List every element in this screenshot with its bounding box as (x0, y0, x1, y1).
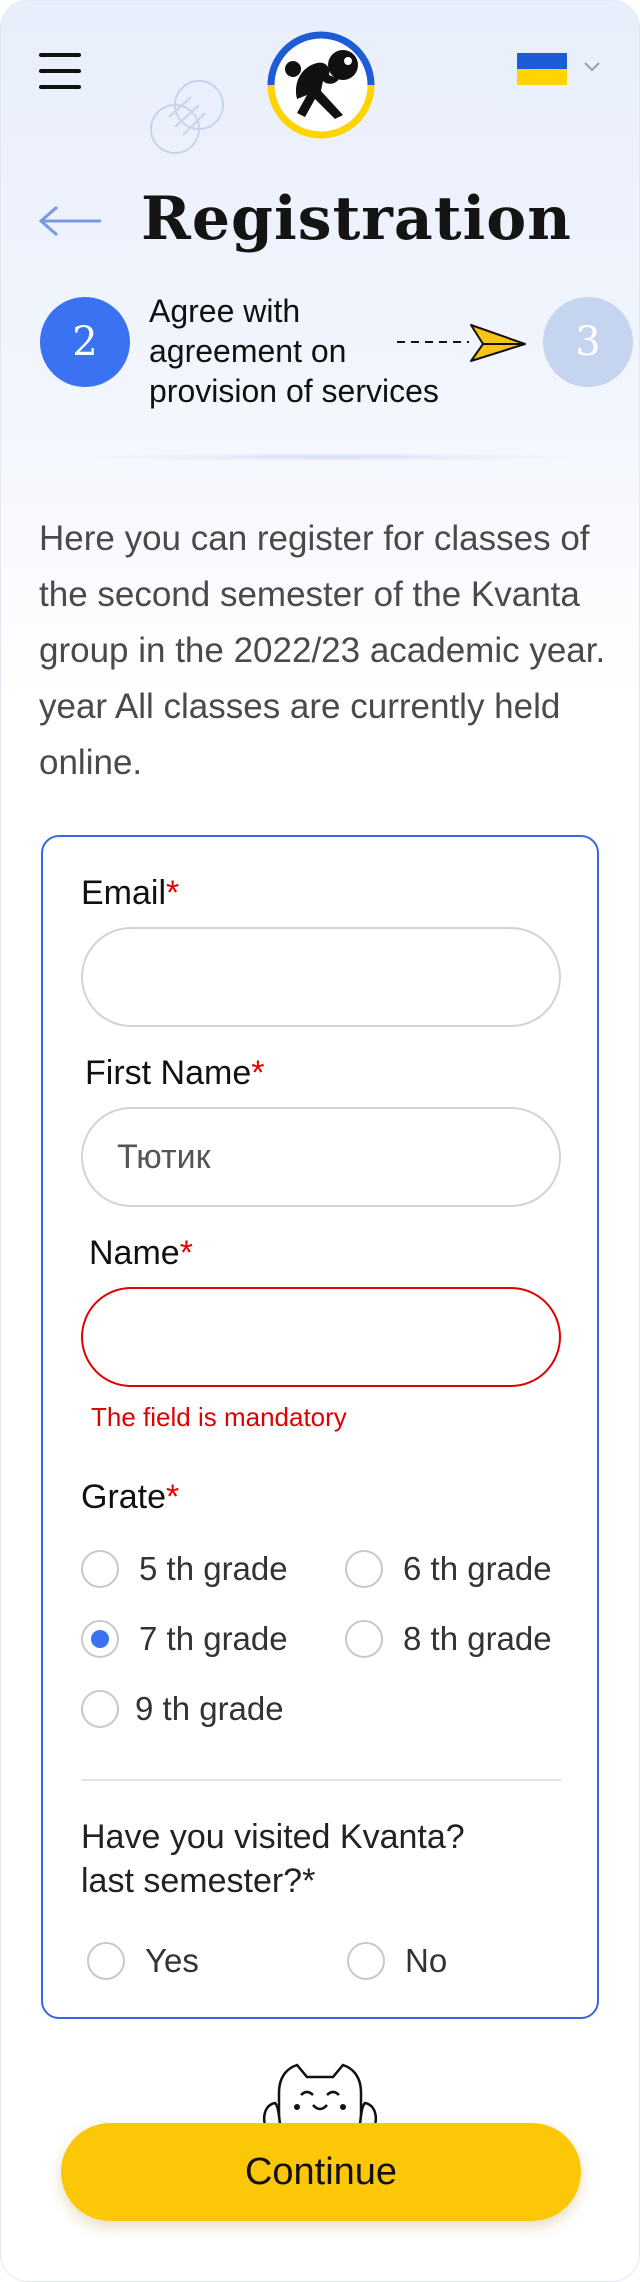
back-arrow-icon[interactable] (37, 201, 105, 241)
radio-label: 8 th grade (403, 1620, 552, 1657)
grade-label: Grate* (81, 1477, 179, 1517)
grade-label-text: Grate (81, 1478, 167, 1516)
form-divider (81, 1779, 561, 1781)
required-mark: * (166, 1478, 180, 1516)
step-label-line: provision of services (149, 373, 439, 409)
radio-label: No (405, 1942, 448, 1979)
kvanta-logo[interactable] (265, 29, 377, 141)
radio-label: 7 th grade (139, 1620, 288, 1657)
name-label-text: Name (89, 1234, 180, 1272)
radio-label: 9 th grade (135, 1690, 284, 1727)
cat-mascot-icon (263, 2063, 377, 2131)
radio-button[interactable] (81, 1550, 119, 1588)
radio-label: Yes (145, 1942, 199, 1979)
app-screen: Registration 2 Agree with agreement on p… (0, 0, 640, 2282)
name-error-message: The field is mandatory (91, 1402, 347, 1432)
registration-form: Email* First Name* Name* The field is ma… (41, 835, 599, 2019)
step-current-badge: 2 (40, 297, 130, 387)
required-mark: * (251, 1054, 265, 1092)
language-selector[interactable] (513, 49, 605, 89)
radio-label: 5 th grade (139, 1550, 288, 1587)
radio-button[interactable] (87, 1942, 125, 1980)
chevron-down-icon (584, 62, 600, 72)
grade-option-6[interactable]: 6 th grade (345, 1547, 552, 1591)
email-label-text: Email (81, 874, 167, 912)
required-mark: * (166, 874, 180, 912)
step-next-badge: 3 (543, 297, 633, 387)
first-name-label-text: First Name (85, 1054, 252, 1092)
first-name-label: First Name* (85, 1053, 264, 1093)
radio-button[interactable] (81, 1690, 119, 1728)
name-label: Name* (89, 1233, 193, 1273)
grade-option-7[interactable]: 7 th grade (81, 1617, 288, 1661)
email-label: Email* (81, 873, 179, 913)
required-mark: * (179, 1234, 193, 1272)
visited-option-yes[interactable]: Yes (87, 1939, 199, 1983)
page-title: Registration (141, 184, 572, 254)
radio-label: 6 th grade (403, 1550, 552, 1587)
radio-button[interactable] (347, 1942, 385, 1980)
continue-button[interactable]: Continue (61, 2123, 581, 2221)
radio-button[interactable] (345, 1620, 383, 1658)
step-connector (397, 324, 526, 362)
decorative-rings-icon (150, 80, 224, 154)
grade-option-9[interactable]: 9 th grade (81, 1687, 284, 1731)
visited-option-no[interactable]: No (347, 1939, 447, 1983)
grade-option-5[interactable]: 5 th grade (81, 1547, 288, 1591)
paper-plane-icon (470, 324, 526, 362)
ukraine-flag-icon (517, 53, 567, 85)
radio-button[interactable] (345, 1550, 383, 1588)
name-field[interactable] (81, 1287, 561, 1387)
email-field[interactable] (81, 927, 561, 1027)
intro-text: Here you can register for classes of the… (39, 519, 606, 782)
first-name-field[interactable] (81, 1107, 561, 1207)
stepper-divider (81, 453, 581, 461)
hamburger-menu-icon[interactable] (39, 53, 81, 89)
radio-button-checked[interactable] (81, 1620, 119, 1658)
visited-question: Have you visited Kvanta? last semester?* (81, 1818, 465, 1900)
grade-option-8[interactable]: 8 th grade (345, 1617, 552, 1661)
